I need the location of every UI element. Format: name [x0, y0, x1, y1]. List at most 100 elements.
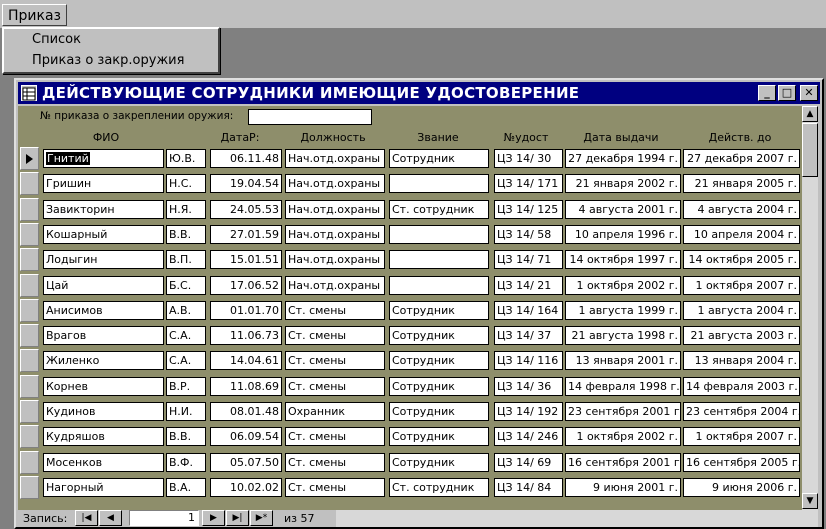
cell-dob[interactable]: 05.07.50 — [210, 452, 282, 472]
cell-initials[interactable]: Б.С. — [166, 275, 206, 295]
cell-fio[interactable]: Нагорный — [43, 477, 164, 497]
table-row[interactable]: Корнев В.Р. 11.08.69 Ст. смены Сотрудник ЦЗ 1… — [18, 374, 802, 400]
horizontal-scrollbar[interactable] — [336, 510, 818, 527]
cell-valid[interactable]: 13 января 2004 г. — [683, 351, 800, 371]
cell-fio[interactable]: Кудинов — [43, 402, 164, 421]
cell-position[interactable]: Охранник — [285, 402, 385, 421]
cell-rank[interactable] — [389, 224, 489, 244]
cell-initials[interactable]: С.А. — [166, 326, 206, 346]
cell-cert[interactable]: ЦЗ 14/ 69 — [494, 452, 563, 472]
cell-dob[interactable]: 01.01.70 — [210, 300, 282, 320]
cell-issued[interactable]: 1 октября 2002 г. — [565, 275, 681, 295]
cell-cert[interactable]: ЦЗ 14/ 192 — [494, 402, 563, 421]
record-selector[interactable] — [20, 298, 39, 322]
maximize-icon[interactable]: □ — [778, 85, 796, 101]
menu-prikaz[interactable]: Приказ — [2, 4, 67, 26]
record-selector[interactable] — [20, 374, 39, 398]
record-selector[interactable] — [20, 349, 39, 373]
cell-dob[interactable]: 17.06.52 — [210, 275, 282, 295]
cell-position[interactable]: Ст. смены — [285, 351, 385, 371]
cell-position[interactable]: Ст. смены — [285, 477, 385, 497]
cell-fio[interactable]: Гришин — [43, 174, 164, 194]
cell-fio[interactable]: Цай — [43, 275, 164, 295]
cell-initials[interactable]: В.В. — [166, 427, 206, 447]
cell-dob[interactable]: 06.09.54 — [210, 427, 282, 447]
new-record-icon[interactable]: ▶* — [250, 510, 273, 526]
cell-dob[interactable]: 15.01.51 — [210, 250, 282, 270]
cell-cert[interactable]: ЦЗ 14/ 58 — [494, 224, 563, 244]
cell-dob[interactable]: 19.04.54 — [210, 174, 282, 194]
first-record-icon[interactable]: |◀ — [75, 510, 98, 526]
cell-issued[interactable]: 9 июня 2001 г. — [565, 477, 681, 497]
cell-valid[interactable]: 14 октября 2005 г. — [683, 250, 800, 270]
cell-valid[interactable]: 10 апреля 2004 г. — [683, 224, 800, 244]
cell-cert[interactable]: ЦЗ 14/ 30 — [494, 149, 563, 168]
cell-cert[interactable]: ЦЗ 14/ 125 — [494, 199, 563, 219]
cell-position[interactable]: Ст. смены — [285, 427, 385, 447]
cell-dob[interactable]: 08.01.48 — [210, 402, 282, 421]
record-selector[interactable] — [20, 197, 39, 221]
cell-cert[interactable]: ЦЗ 14/ 116 — [494, 351, 563, 371]
close-icon[interactable]: ✕ — [800, 85, 818, 101]
cell-initials[interactable]: А.В. — [166, 300, 206, 320]
cell-cert[interactable]: ЦЗ 14/ 21 — [494, 275, 563, 295]
cell-issued[interactable]: 10 апреля 1996 г. — [565, 224, 681, 244]
record-selector[interactable] — [20, 222, 39, 246]
record-selector[interactable] — [20, 324, 39, 348]
cell-issued[interactable]: 1 октября 2002 г. — [565, 427, 681, 447]
cell-position[interactable]: Ст. смены — [285, 376, 385, 396]
cell-fio[interactable]: Гнитий — [43, 149, 164, 168]
table-row[interactable]: Лодыгин В.П. 15.01.51 Нач.отд.охраны ЦЗ 14/ … — [18, 248, 802, 273]
table-row[interactable]: Нагорный В.А. 10.02.02 Ст. смены Ст. сотрудн… — [18, 475, 802, 501]
menu-item-spisok[interactable]: Список — [4, 29, 218, 50]
cell-rank[interactable]: Сотрудник — [389, 376, 489, 396]
cell-dob[interactable]: 06.11.48 — [210, 149, 282, 168]
cell-issued[interactable]: 16 сентября 2001 г. — [565, 452, 681, 472]
last-record-icon[interactable]: ▶| — [226, 510, 249, 526]
cell-position[interactable]: Нач.отд.охраны — [285, 199, 385, 219]
cell-issued[interactable]: 4 августа 2001 г. — [565, 199, 681, 219]
record-selector[interactable] — [20, 172, 39, 196]
title-bar[interactable]: ДЕЙСТВУЮЩИЕ СОТРУДНИКИ ИМЕЮЩИЕ УДОСТОВЕР… — [18, 82, 820, 104]
cell-fio[interactable]: Корнев — [43, 376, 164, 396]
cell-initials[interactable]: Н.С. — [166, 174, 206, 194]
cell-issued[interactable]: 14 октября 1997 г. — [565, 250, 681, 270]
minimize-icon[interactable]: _ — [758, 85, 776, 101]
cell-issued[interactable]: 14 февраля 1998 г. — [565, 376, 681, 396]
record-selector[interactable] — [20, 248, 39, 272]
record-selector[interactable] — [20, 450, 39, 474]
cell-issued[interactable]: 21 января 2002 г. — [565, 174, 681, 194]
cell-fio[interactable]: Анисимов — [43, 300, 164, 320]
cell-rank[interactable]: Ст. сотрудник — [389, 477, 489, 497]
table-row[interactable]: Кошарный В.В. 27.01.59 Нач.отд.охраны ЦЗ 14/… — [18, 222, 802, 248]
cell-position[interactable]: Ст. смены — [285, 326, 385, 346]
cell-valid[interactable]: 4 августа 2004 г. — [683, 199, 800, 219]
cell-fio[interactable]: Завикторин — [43, 199, 164, 219]
cell-cert[interactable]: ЦЗ 14/ 171 — [494, 174, 563, 194]
cell-valid[interactable]: 1 октября 2007 г. — [683, 427, 800, 447]
cell-valid[interactable]: 16 сентября 2005 г. — [683, 452, 800, 472]
record-selector[interactable] — [20, 147, 39, 170]
cell-valid[interactable]: 23 сентября 2004 г. — [683, 402, 800, 421]
cell-dob[interactable]: 11.06.73 — [210, 326, 282, 346]
cell-rank[interactable] — [389, 275, 489, 295]
cell-initials[interactable]: В.А. — [166, 477, 206, 497]
table-row[interactable]: Кудинов Н.И. 08.01.48 Охранник Сотрудник ЦЗ 1… — [18, 400, 802, 425]
scroll-down-icon[interactable]: ▼ — [802, 493, 818, 509]
prev-record-icon[interactable]: ◀ — [99, 510, 122, 526]
table-row[interactable]: Завикторин Н.Я. 24.05.53 Нач.отд.охраны Ст. … — [18, 197, 802, 223]
scroll-up-icon[interactable]: ▲ — [802, 106, 818, 122]
cell-initials[interactable]: Ю.В. — [166, 149, 206, 168]
table-row[interactable]: Гнитий Ю.В. 06.11.48 Нач.отд.охраны Сотрудни… — [18, 147, 802, 172]
cell-valid[interactable]: 9 июня 2006 г. — [683, 477, 800, 497]
table-row[interactable]: Цай Б.С. 17.06.52 Нач.отд.охраны ЦЗ 14/ 21 1 … — [18, 273, 802, 299]
cell-rank[interactable]: Сотрудник — [389, 427, 489, 447]
cell-rank[interactable] — [389, 174, 489, 194]
cell-issued[interactable]: 21 августа 1998 г. — [565, 326, 681, 346]
cell-valid[interactable]: 14 февраля 2003 г. — [683, 376, 800, 396]
cell-issued[interactable]: 27 декабря 1994 г. — [565, 149, 681, 168]
cell-initials[interactable]: Н.Я. — [166, 199, 206, 219]
cell-fio[interactable]: Врагов — [43, 326, 164, 346]
cell-fio[interactable]: Жиленко — [43, 351, 164, 371]
scroll-thumb[interactable] — [802, 123, 818, 177]
